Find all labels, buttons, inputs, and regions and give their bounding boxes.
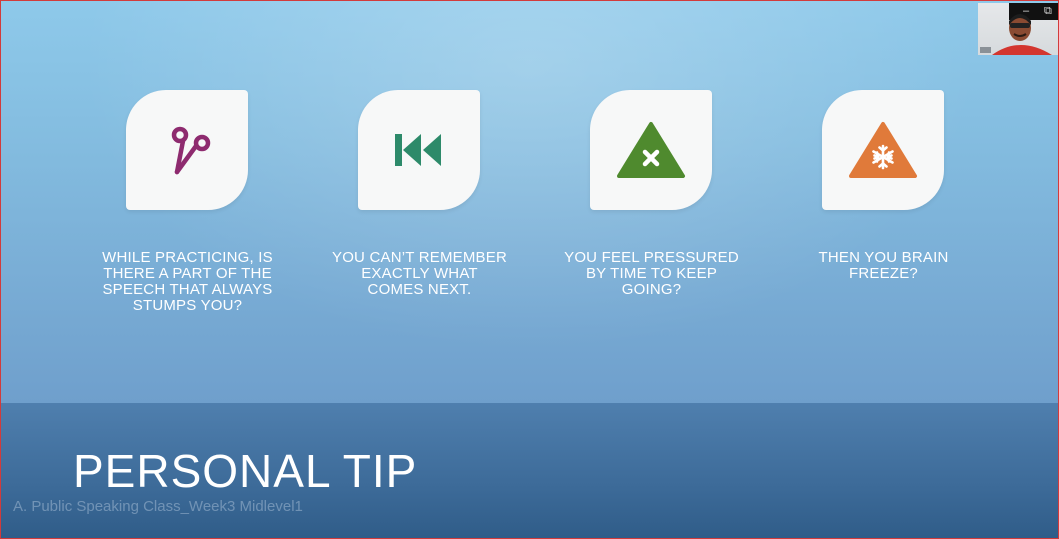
tip-caption-4: THEN YOU BRAIN FREEZE? [818, 249, 949, 282]
tip-tile-4 [822, 90, 944, 210]
slide-title: PERSONAL TIP [73, 445, 418, 497]
tips-row: WHILE PRACTICING, IS THERE A PART OF THE… [1, 1, 1058, 403]
video-name-tag [980, 47, 991, 53]
rewind-icon [395, 134, 441, 166]
tip-caption-1: WHILE PRACTICING, IS THERE A PART OF THE… [102, 249, 273, 314]
warning-snowflake-icon [849, 122, 917, 178]
warning-x-icon [617, 122, 685, 178]
scissors-icon [171, 126, 211, 175]
tip-caption-2: YOU CAN’T REMEMBER EXACTLY WHAT COMES NE… [331, 249, 507, 298]
tip-caption-3: YOU FEEL PRESSURED BY TIME TO KEEP GOING… [564, 249, 739, 298]
tip-tile-2 [358, 90, 480, 210]
tip-tile-3 [590, 90, 712, 210]
watermark-text: A. Public Speaking Class_Week3 Midlevel1 [13, 498, 303, 515]
presentation-slide: WHILE PRACTICING, IS THERE A PART OF THE… [0, 0, 1059, 539]
participant-video-thumbnail[interactable]: – ⧉ [978, 3, 1058, 55]
tip-tile-1 [126, 90, 248, 210]
